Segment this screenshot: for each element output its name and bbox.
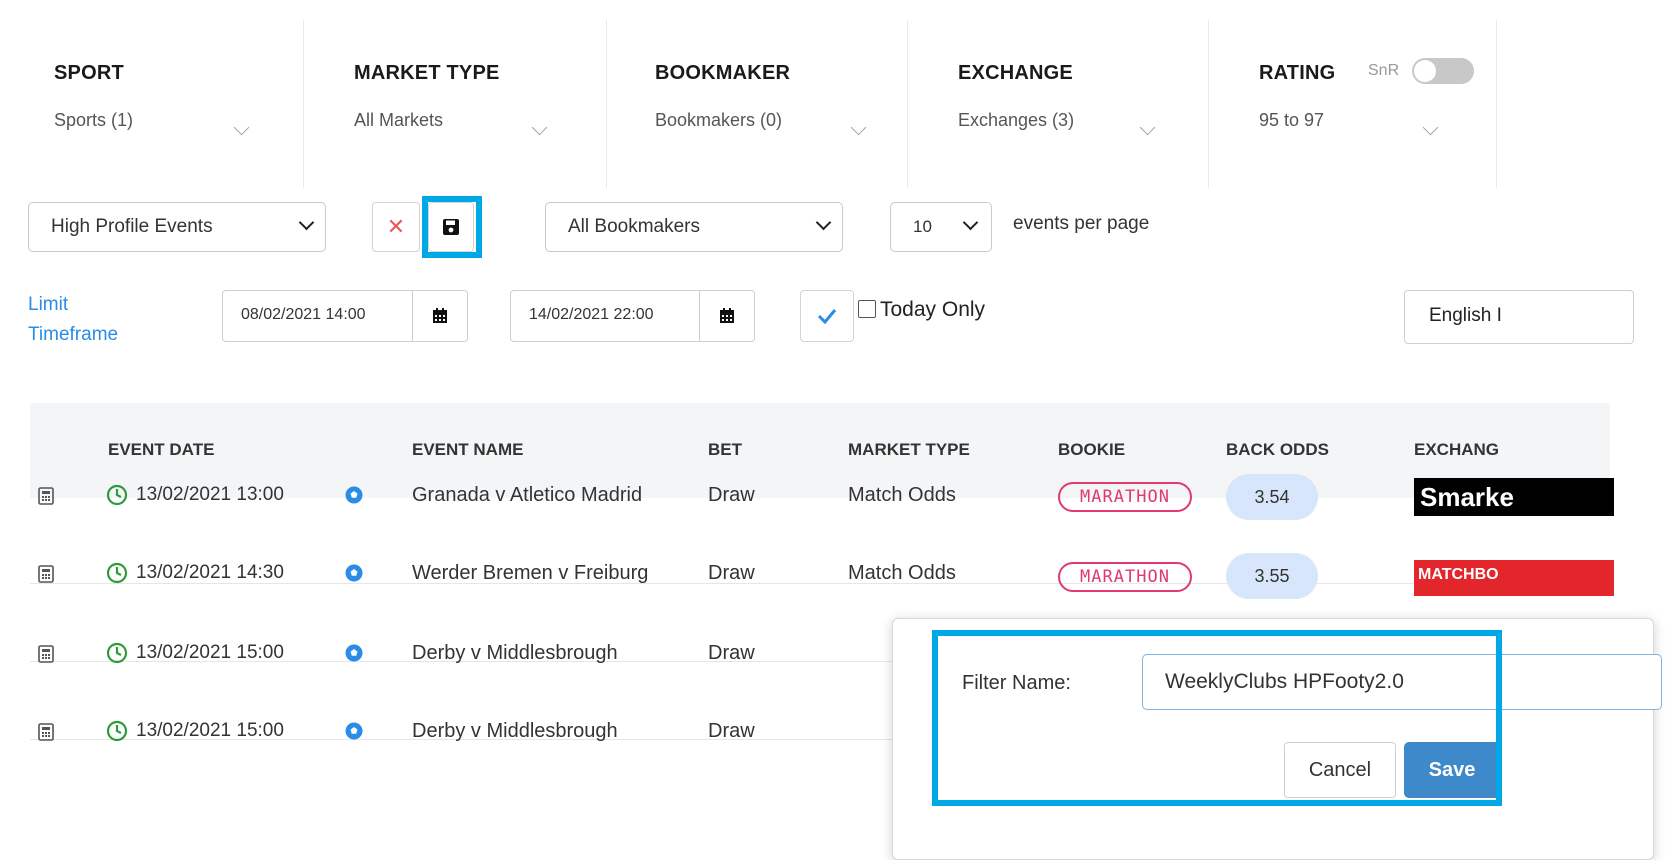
- event-name[interactable]: Derby v Middlesbrough: [412, 642, 618, 665]
- calendar-icon: [433, 308, 447, 323]
- bet: Draw: [708, 562, 755, 584]
- smarkets-logo-text: Smarke: [1420, 482, 1514, 512]
- header-bookie[interactable]: BOOKIE: [1058, 440, 1125, 460]
- back-odds[interactable]: 3.55: [1226, 553, 1318, 599]
- today-only-label: Today Only: [880, 298, 986, 321]
- filter-sport-value: Sports (1): [54, 110, 134, 130]
- apply-timeframe-button[interactable]: [800, 290, 854, 342]
- soccer-ball-icon: [345, 722, 363, 740]
- chevron-down-icon: [815, 214, 832, 231]
- chevron-down-icon: [298, 214, 315, 231]
- chevron-down-icon: [233, 119, 250, 136]
- event-name[interactable]: Granada v Atletico Madrid: [412, 484, 642, 507]
- chevron-down-icon: [531, 119, 548, 136]
- clock-icon: [106, 642, 128, 664]
- filter-bookmaker-title: BOOKMAKER: [655, 62, 791, 84]
- filter-market-type[interactable]: MARKET TYPE All Markets: [304, 20, 606, 188]
- filter-bar: SPORT Sports (1) MARKET TYPE All Markets…: [0, 0, 1610, 188]
- filter-exchange-value: Exchanges (3): [958, 110, 1075, 130]
- calculator-icon[interactable]: [38, 487, 54, 505]
- per-page-label: events per page: [1013, 213, 1150, 234]
- per-page-select[interactable]: 10: [890, 202, 992, 252]
- header-bet[interactable]: BET: [708, 440, 742, 460]
- filter-market-type-title: MARKET TYPE: [354, 62, 500, 84]
- end-date-value: 14/02/2021 22:00: [529, 306, 654, 323]
- today-only-checkbox[interactable]: [858, 300, 876, 318]
- header-back-odds[interactable]: BACK ODDS: [1226, 440, 1329, 460]
- limit-timeframe-link[interactable]: Limit Timeframe: [28, 290, 118, 350]
- event-date: 13/02/2021 15:00: [136, 720, 284, 741]
- matchbook-logo: MATCHBO: [1414, 560, 1614, 596]
- bookmaker-select-value: All Bookmakers: [568, 216, 700, 237]
- market-type: Match Odds: [848, 562, 956, 584]
- filter-bookmaker-value: Bookmakers (0): [655, 110, 783, 130]
- limit-timeframe-line2: Timeframe: [28, 324, 119, 345]
- chevron-down-icon: [962, 214, 979, 231]
- filter-exchange-title: EXCHANGE: [958, 62, 1073, 84]
- calculator-icon[interactable]: [38, 723, 54, 741]
- end-date-calendar-button[interactable]: [699, 291, 754, 341]
- close-icon: ✕: [386, 214, 406, 239]
- saved-filter-select[interactable]: High Profile Events: [28, 202, 326, 252]
- marathon-logo: MARATHON: [1058, 562, 1192, 592]
- chevron-down-icon: [1422, 119, 1439, 136]
- market-type: Match Odds: [848, 484, 956, 506]
- toggle-knob: [1414, 60, 1436, 82]
- event-date: 13/02/2021 14:30: [136, 562, 284, 583]
- filter-rating-title: RATING: [1259, 62, 1336, 84]
- filter-exchange[interactable]: EXCHANGE Exchanges (3): [908, 20, 1208, 188]
- clock-icon: [106, 484, 128, 506]
- language-select[interactable]: English I: [1404, 290, 1634, 344]
- header-event-date[interactable]: EVENT DATE: [108, 440, 214, 460]
- filter-sport-title: SPORT: [54, 62, 124, 84]
- event-date: 13/02/2021 13:00: [136, 484, 284, 505]
- highlight-filter-name-popover: [932, 630, 1502, 806]
- event-date: 13/02/2021 15:00: [136, 642, 284, 663]
- chevron-down-icon: [1139, 119, 1156, 136]
- bookmaker-select[interactable]: All Bookmakers: [545, 202, 843, 252]
- calendar-icon: [720, 308, 734, 323]
- divider: [1496, 20, 1497, 188]
- filter-rating-value: 95 to 97: [1259, 110, 1325, 130]
- soccer-ball-icon: [345, 564, 363, 582]
- start-date-input[interactable]: 08/02/2021 14:00: [222, 290, 468, 342]
- marathon-logo: MARATHON: [1058, 482, 1192, 512]
- end-date-input[interactable]: 14/02/2021 22:00: [510, 290, 755, 342]
- filter-rating[interactable]: RATING 95 to 97: [1209, 20, 1497, 188]
- per-page-value: 10: [913, 217, 932, 236]
- soccer-ball-icon: [345, 644, 363, 662]
- header-exchange[interactable]: EXCHANG: [1414, 440, 1499, 460]
- soccer-ball-icon: [345, 486, 363, 504]
- saved-filter-value: High Profile Events: [51, 216, 213, 237]
- filter-sport[interactable]: SPORT Sports (1): [30, 20, 305, 188]
- clock-icon: [106, 720, 128, 742]
- header-event-name[interactable]: EVENT NAME: [412, 440, 523, 460]
- clear-filter-button[interactable]: ✕: [372, 202, 420, 252]
- start-date-calendar-button[interactable]: [412, 291, 467, 341]
- header-market-type[interactable]: MARKET TYPE: [848, 440, 970, 460]
- event-name[interactable]: Werder Bremen v Freiburg: [412, 562, 648, 585]
- bet: Draw: [708, 484, 755, 506]
- smarkets-logo: Smarke: [1414, 478, 1614, 516]
- language-value: English I: [1429, 305, 1502, 326]
- start-date-value: 08/02/2021 14:00: [241, 306, 366, 323]
- limit-timeframe-line1: Limit: [28, 294, 69, 315]
- bet: Draw: [708, 720, 755, 742]
- filter-market-type-value: All Markets: [354, 110, 444, 130]
- matchbook-logo-text: MATCHBO: [1418, 566, 1499, 583]
- clock-icon: [106, 562, 128, 584]
- snr-label: SnR: [1368, 62, 1400, 79]
- bet: Draw: [708, 642, 755, 664]
- calculator-icon[interactable]: [38, 645, 54, 663]
- highlight-save-filter: [422, 196, 482, 258]
- checkmark-icon: [817, 309, 837, 324]
- snr-toggle[interactable]: [1412, 58, 1474, 84]
- chevron-down-icon: [850, 119, 867, 136]
- back-odds[interactable]: 3.54: [1226, 474, 1318, 520]
- filter-bookmaker[interactable]: BOOKMAKER Bookmakers (0): [607, 20, 907, 188]
- event-name[interactable]: Derby v Middlesbrough: [412, 720, 618, 743]
- calculator-icon[interactable]: [38, 565, 54, 583]
